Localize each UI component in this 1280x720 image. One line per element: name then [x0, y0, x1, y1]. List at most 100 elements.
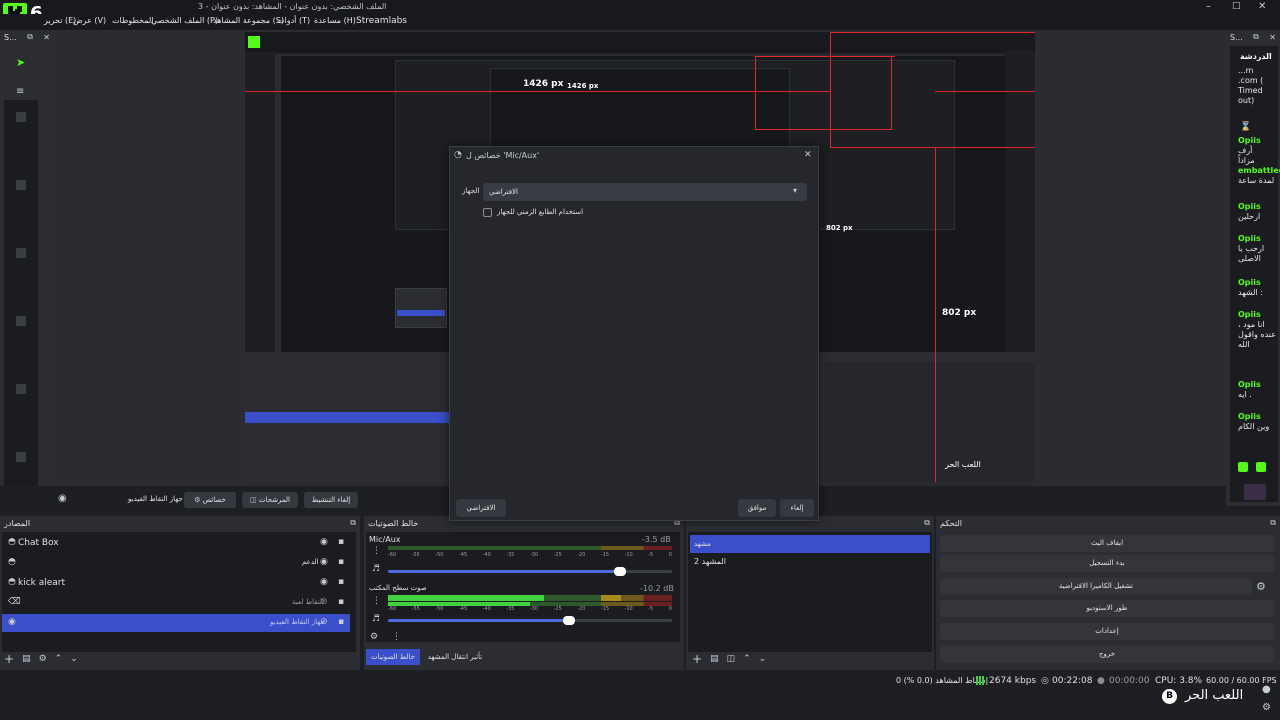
close-icon[interactable]: ✕ — [43, 33, 50, 42]
popout-icon[interactable]: ⧉ — [1270, 518, 1276, 528]
start-virtual-camera-button[interactable]: تشغيل الكاميرا الافتراضية — [940, 578, 1252, 595]
lock-icon[interactable]: ▪ — [338, 577, 344, 587]
add-icon[interactable]: + — [692, 652, 702, 666]
volume-slider[interactable] — [388, 616, 672, 625]
minimize-icon[interactable]: – — [1206, 1, 1211, 12]
source-item[interactable]: ◓ kick aleart ◉ ▪ — [2, 574, 350, 592]
deactivate-button[interactable]: إلغاء التنشيط — [304, 492, 358, 508]
menu-profile[interactable]: الملف الشخصي (P) — [151, 16, 218, 25]
volume-fill — [388, 619, 569, 622]
up-icon[interactable]: ⌃ — [55, 654, 63, 664]
down-icon[interactable]: ⌄ — [70, 654, 78, 664]
menu-tools[interactable]: أدوات (T) — [277, 16, 310, 25]
measure-line-horizontal — [935, 91, 1035, 92]
studio-mode-button[interactable]: طور الاستوديو — [940, 600, 1274, 617]
start-recording-button[interactable]: بدء التسجيل — [940, 555, 1274, 572]
popout-icon[interactable]: ⧉ — [1253, 32, 1259, 42]
popout-icon[interactable]: ⧉ — [27, 32, 33, 42]
popout-icon[interactable]: ⧉ — [350, 518, 356, 528]
menu-help[interactable]: مساعدة (H) — [314, 16, 356, 25]
menu-edit[interactable]: تحرير (E) — [44, 16, 76, 25]
down-icon[interactable]: ⌄ — [759, 654, 767, 664]
filter-icon[interactable]: ◫ — [727, 654, 736, 664]
trash-icon[interactable]: ▤ — [22, 654, 31, 664]
properties-button[interactable]: ⚙ خصائص — [184, 492, 236, 508]
chat-message: Opiis ارحلين — [1238, 202, 1261, 221]
send-icon[interactable]: ➤ — [16, 56, 25, 69]
chat-settings-icon[interactable] — [1256, 462, 1266, 472]
close-icon[interactable]: ✕ — [1258, 1, 1266, 12]
channel-db: -10.2 dB — [640, 584, 674, 593]
menu-view[interactable]: عرض (V) — [73, 16, 106, 25]
defaults-button[interactable]: الافتراضي — [456, 499, 506, 517]
source-item[interactable]: ⌫ التقاط لعبة ⊘ ▪ — [2, 594, 350, 612]
filter-icon[interactable]: ≡ — [16, 86, 24, 97]
measure-label-vertical-inner: 802 px — [826, 224, 853, 232]
volume-icon[interactable]: ♬ — [372, 564, 380, 574]
eye-hidden-icon[interactable]: ⊘ — [320, 597, 328, 607]
nested-controls — [825, 362, 1035, 482]
lock-icon[interactable]: ▪ — [338, 537, 344, 547]
sources-title: المصادر — [4, 518, 31, 528]
measure-line-nested — [755, 56, 895, 57]
menu-scripts[interactable]: المخطوطات — [112, 16, 153, 25]
scenes-dock: ⧉ مشهد المشهد 2 + ▤ ◫ ⌃ ⌄ — [686, 516, 934, 670]
nested-selected-source — [245, 412, 449, 423]
more-icon[interactable]: ⋮ — [372, 596, 381, 606]
menu-scene-collection[interactable]: مجموعة المشاهد (S) — [213, 16, 284, 25]
lock-icon[interactable]: ▪ — [338, 557, 344, 567]
scene-item[interactable]: المشهد 2 — [690, 554, 930, 570]
timestamp-label: استخدام الطابع الزمني للجهاز — [497, 208, 584, 216]
source-item-selected[interactable]: ◉ جهاز التقاط الفيديو ⊘ ▪ — [2, 614, 350, 632]
more-icon[interactable]: ⋮ — [392, 632, 401, 642]
add-icon[interactable]: + — [4, 652, 14, 666]
event-icon — [16, 112, 26, 122]
volume-handle[interactable] — [563, 616, 575, 625]
source-item[interactable]: ◓ الدعم ◉ ▪ — [2, 554, 350, 572]
filters-button[interactable]: ◫ المرشحات — [242, 492, 298, 508]
measure-line-top — [830, 32, 1035, 33]
settings-icon[interactable]: ⚙ — [1262, 702, 1271, 713]
menu-streamlabs[interactable]: Streamlabs — [356, 16, 407, 26]
tab-scene-transitions[interactable]: تأثير انتقال المشهد — [424, 649, 486, 665]
controls-header: التحكم ⧉ — [936, 516, 1280, 530]
volume-icon[interactable]: ♬ — [372, 614, 380, 624]
timestamp-checkbox[interactable] — [483, 208, 492, 217]
microphone-icon[interactable]: ● — [1262, 684, 1271, 695]
eye-hidden-icon[interactable]: ⊘ — [320, 617, 328, 627]
popout-icon[interactable]: ⧉ — [924, 518, 930, 528]
gear-icon[interactable]: ⚙ — [1256, 580, 1266, 593]
stop-stream-button[interactable]: ايقاف البث — [940, 535, 1274, 552]
up-icon[interactable]: ⌃ — [743, 654, 751, 664]
lock-icon[interactable]: ▪ — [338, 597, 344, 607]
eye-icon[interactable]: ◉ — [320, 557, 328, 567]
lock-icon[interactable]: ▪ — [338, 617, 344, 627]
trash-icon[interactable]: ▤ — [710, 654, 719, 664]
channel-name: صوت سطح المكتب — [369, 584, 427, 592]
game-capture-icon: ⌫ — [8, 597, 21, 607]
emoji-icon[interactable] — [1238, 462, 1248, 472]
tab-audio-mixer[interactable]: خالط الصوتيات — [366, 649, 420, 665]
gear-icon[interactable]: ⚙ — [370, 632, 378, 642]
eye-icon[interactable]: ◉ — [320, 577, 328, 587]
scene-item-selected[interactable]: مشهد — [690, 535, 930, 553]
audio-mixer-dock: خالط الصوتيات ⧉ Mic/Aux -3.5 dB ⋮ -60 -55… — [364, 516, 684, 670]
volume-handle[interactable] — [614, 567, 626, 576]
more-icon[interactable]: ⋮ — [372, 546, 381, 556]
avatar — [1244, 484, 1266, 500]
device-value: الافتراضي — [489, 188, 518, 196]
device-select[interactable]: الافتراضي ▾ — [483, 183, 807, 201]
game-label: اللعب الحر — [1185, 688, 1244, 703]
ok-button[interactable]: موافق — [738, 499, 776, 517]
settings-button[interactable]: إعدادات — [940, 623, 1274, 640]
volume-slider[interactable] — [388, 567, 672, 576]
gear-icon[interactable]: ⚙ — [39, 654, 47, 664]
maximize-icon[interactable]: □ — [1232, 1, 1241, 11]
eye-icon[interactable]: ◉ — [320, 537, 328, 547]
exit-button[interactable]: خروج — [940, 646, 1274, 663]
close-icon[interactable]: ✕ — [1269, 33, 1276, 42]
close-icon[interactable]: ✕ — [804, 150, 812, 160]
cancel-button[interactable]: إلغاء — [780, 499, 814, 517]
source-item[interactable]: ◓ Chat Box ◉ ▪ — [2, 534, 350, 552]
game-badge: B — [1162, 689, 1177, 704]
